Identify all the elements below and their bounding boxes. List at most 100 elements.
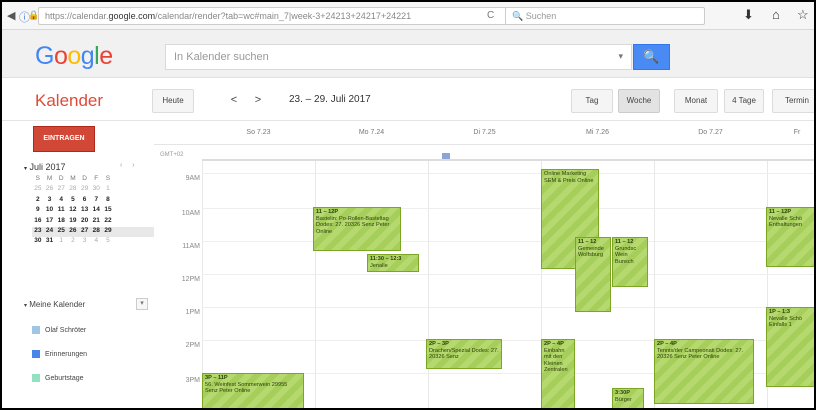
all-day-event-marker[interactable] (442, 153, 450, 159)
mini-calendar-day[interactable]: 3 (79, 237, 91, 247)
collapse-arrow-icon[interactable]: ▾ (24, 303, 27, 309)
download-icon[interactable]: ⬇ (743, 7, 754, 23)
mini-calendar-day[interactable]: 4 (90, 237, 102, 247)
day-header[interactable]: So 7.23 (202, 129, 315, 136)
calendar-event[interactable]: 3P – 11P 56. Weinfest Sommerwein 29955 S… (202, 373, 304, 408)
google-logo[interactable]: Google (35, 42, 113, 71)
day-header[interactable]: Mi 7.26 (541, 129, 654, 136)
mini-calendar-week[interactable]: 23 24 25 26 27 28 29 (32, 226, 154, 238)
calendar-event[interactable]: 3:30P Bürger (612, 388, 644, 408)
collapse-arrow-icon[interactable]: ▾ (24, 166, 27, 172)
mini-calendar-day[interactable]: 23 (32, 227, 44, 237)
day-header[interactable]: Fr (767, 129, 814, 136)
reload-icon[interactable]: C (487, 10, 494, 21)
mini-calendar-day[interactable]: 7 (90, 196, 102, 206)
mini-calendar-day[interactable]: 1 (55, 237, 67, 247)
view-4days-button[interactable]: 4 Tage (724, 89, 764, 113)
mini-calendar-day[interactable]: 16 (32, 217, 44, 227)
event-text: Bürger (615, 396, 632, 403)
calendar-event[interactable]: 11 – 12P Nevalle Schö Enthaltungen (766, 207, 814, 267)
all-day-row[interactable] (202, 147, 814, 161)
mini-calendar-day[interactable]: 27 (79, 227, 91, 237)
calendar-list-item[interactable]: Erinnerungen (32, 350, 87, 358)
prev-week-button[interactable]: < (224, 89, 244, 113)
mini-calendar-day[interactable]: 18 (55, 217, 67, 227)
calendar-event[interactable]: 2P – 3P Drachen/Spezial Dodes: 27. 20326… (426, 339, 502, 369)
mini-calendar-day[interactable]: 31 (44, 237, 56, 247)
day-header[interactable]: Di 7.25 (428, 129, 541, 136)
search-button[interactable]: 🔍 (633, 44, 670, 70)
mini-calendar-day[interactable]: 28 (90, 227, 102, 237)
mini-calendar-day[interactable]: 3 (44, 196, 56, 206)
mini-calendar-day[interactable]: 27 (55, 185, 67, 195)
calendar-event[interactable]: 11 – 12P Bastelin: Po-Rollen-Basteltag D… (313, 207, 401, 251)
calendar-color-swatch[interactable] (32, 326, 40, 334)
mini-calendar-day[interactable]: 12 (67, 206, 79, 216)
browser-search-input[interactable]: 🔍 Suchen (505, 7, 705, 25)
mini-calendar-day[interactable]: 20 (79, 217, 91, 227)
mini-calendar-day[interactable]: 14 (90, 206, 102, 216)
mini-calendar-day[interactable]: 29 (102, 227, 114, 237)
mini-calendar-day[interactable]: 10 (44, 206, 56, 216)
mini-calendar-day[interactable]: 2 (67, 237, 79, 247)
mini-calendar-day[interactable]: 11 (55, 206, 67, 216)
mini-calendar-day[interactable]: 8 (102, 196, 114, 206)
mini-calendar-day[interactable]: 9 (32, 206, 44, 216)
mini-calendar-day[interactable]: 13 (79, 206, 91, 216)
mini-calendar-day[interactable]: 15 (102, 206, 114, 216)
mini-calendar-day[interactable]: 5 (102, 237, 114, 247)
mini-calendar-day[interactable]: 21 (90, 217, 102, 227)
day-header[interactable]: Do 7.27 (654, 129, 767, 136)
mini-calendar-week[interactable]: 9 10 11 12 13 14 15 (32, 206, 154, 216)
mini-calendar-day[interactable]: 4 (55, 196, 67, 206)
calendar-search-input[interactable]: In Kalender suchen ▾ (165, 44, 632, 70)
my-calendars-menu-button[interactable]: ▾ (136, 298, 148, 310)
bookmark-icon[interactable]: ☆ (797, 7, 809, 23)
url-bar[interactable]: https://calendar.google.com/calendar/ren… (38, 7, 508, 25)
back-icon[interactable]: ◀ (7, 9, 15, 22)
mini-calendar-day[interactable]: 22 (102, 217, 114, 227)
home-icon[interactable]: ⌂ (772, 7, 780, 22)
view-agenda-button[interactable]: Termin (772, 89, 814, 113)
my-calendars-header[interactable]: ▾ Meine Kalender (24, 300, 85, 309)
create-event-button[interactable]: EINTRAGEN (33, 126, 95, 152)
calendar-event[interactable]: 1P – 1:3 Nevalle Schö Einfalls 1 (766, 307, 814, 387)
calendar-color-swatch[interactable] (32, 374, 40, 382)
mini-calendar-day[interactable]: 24 (44, 227, 56, 237)
mini-calendar-nav[interactable]: ‹ › (120, 162, 139, 169)
mini-calendar-day[interactable]: 26 (67, 227, 79, 237)
view-month-button[interactable]: Monat (674, 89, 718, 113)
mini-calendar-week[interactable]: 25 26 27 28 29 30 1 (32, 185, 154, 195)
today-button[interactable]: Heute (152, 89, 194, 113)
calendar-event[interactable]: 2P – 4P Einbahn mit den Kleinen Zentrale… (541, 339, 575, 408)
next-week-button[interactable]: > (248, 89, 268, 113)
mini-calendar-title[interactable]: ▾ Juli 2017 (24, 162, 66, 172)
mini-calendar-day[interactable]: 1 (102, 185, 114, 195)
mini-calendar-day[interactable]: 2 (32, 196, 44, 206)
mini-calendar-day[interactable]: 25 (32, 185, 44, 195)
search-options-chevron-icon[interactable]: ▾ (618, 51, 623, 62)
mini-calendar-day[interactable]: 28 (67, 185, 79, 195)
calendar-event[interactable]: 11 – 12 Gemeinde Wolfsburg (575, 237, 611, 312)
view-week-button[interactable]: Woche (618, 89, 660, 113)
mini-calendar-day[interactable]: 30 (90, 185, 102, 195)
calendar-event[interactable]: 11 – 12 Grundsc Wein Bunsch (612, 237, 648, 287)
day-header[interactable]: Mo 7.24 (315, 129, 428, 136)
view-day-button[interactable]: Tag (571, 89, 613, 113)
mini-calendar-day[interactable]: 17 (44, 217, 56, 227)
mini-calendar-day[interactable]: 6 (79, 196, 91, 206)
mini-calendar-day[interactable]: 25 (55, 227, 67, 237)
calendar-color-swatch[interactable] (32, 350, 40, 358)
calendar-list-item[interactable]: Olaf Schröter (32, 326, 86, 334)
calendar-event[interactable]: 11:30 – 12:3 Jenalle (367, 254, 419, 272)
mini-calendar-day[interactable]: 5 (67, 196, 79, 206)
calendar-event[interactable]: 2P – 4P Tennis/der Campeonati Dodes: 27.… (654, 339, 754, 404)
mini-calendar-week[interactable]: 16 17 18 19 20 21 22 (32, 217, 154, 227)
mini-calendar-day[interactable]: 19 (67, 217, 79, 227)
calendar-list-item[interactable]: Geburtstage (32, 374, 84, 382)
mini-calendar-day[interactable]: 26 (44, 185, 56, 195)
mini-calendar-day[interactable]: 30 (32, 237, 44, 247)
mini-calendar-week[interactable]: 2345678 (32, 196, 154, 206)
mini-calendar-day[interactable]: 29 (79, 185, 91, 195)
mini-calendar-week[interactable]: 30 31 1 2 3 4 5 (32, 237, 154, 247)
